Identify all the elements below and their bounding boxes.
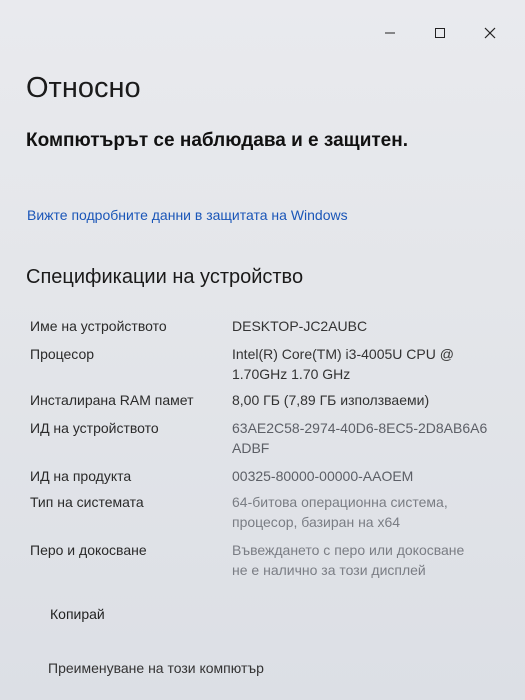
spec-value-line2: не е налично за този дисплей [232, 562, 426, 578]
spec-label: ИД на продукта [30, 468, 132, 484]
rename-pc-button[interactable]: Преименуване на този компютър [48, 660, 264, 676]
spec-label: Перо и докосване [30, 542, 147, 558]
close-button[interactable] [465, 18, 515, 48]
maximize-icon [435, 28, 445, 38]
close-icon [484, 27, 496, 39]
spec-label: Инсталирана RAM памет [30, 392, 194, 408]
spec-value-line2: 1.70GHz 1.70 GHz [232, 366, 351, 382]
spec-value: DESKTOP-JC2AUBC [232, 318, 368, 334]
spec-value-line2: процесор, базиран на x64 [232, 514, 401, 530]
spec-value: 8,00 ГБ (7,89 ГБ използваеми) [232, 392, 430, 408]
minimize-button[interactable] [365, 18, 415, 48]
security-details-link[interactable]: Вижте подробните данни в защитата на Win… [27, 207, 348, 223]
spec-value-line1: Intel(R) Core(TM) i3-4005U CPU @ [232, 346, 454, 362]
device-specs-heading: Спецификации на устройство [26, 266, 304, 288]
spec-label: Име на устройството [30, 318, 167, 334]
title-bar-controls [365, 18, 515, 48]
spec-value: 00325-80000-00000-AAOEM [232, 468, 414, 484]
spec-value-line1: 63AE2C58-2974-40D6-8EC5-2D8AB6A6 [232, 420, 488, 436]
maximize-button[interactable] [415, 18, 465, 48]
spec-label: Процесор [30, 346, 95, 362]
protection-status-text: Компютърът се наблюдава и е защитен. [26, 130, 409, 151]
copy-button[interactable]: Копирай [50, 606, 105, 622]
page-title: Относно [26, 72, 141, 104]
spec-label: ИД на устройството [30, 420, 159, 436]
spec-label: Тип на системата [30, 494, 144, 510]
spec-value-line1: Въвеждането с перо или докосване [232, 542, 465, 558]
spec-value-line1: 64-битова операционна система, [232, 494, 448, 510]
minimize-icon [385, 32, 395, 34]
spec-value-line2: ADBF [232, 440, 270, 456]
settings-window: Относно Компютърът се наблюдава и е защи… [0, 0, 525, 700]
